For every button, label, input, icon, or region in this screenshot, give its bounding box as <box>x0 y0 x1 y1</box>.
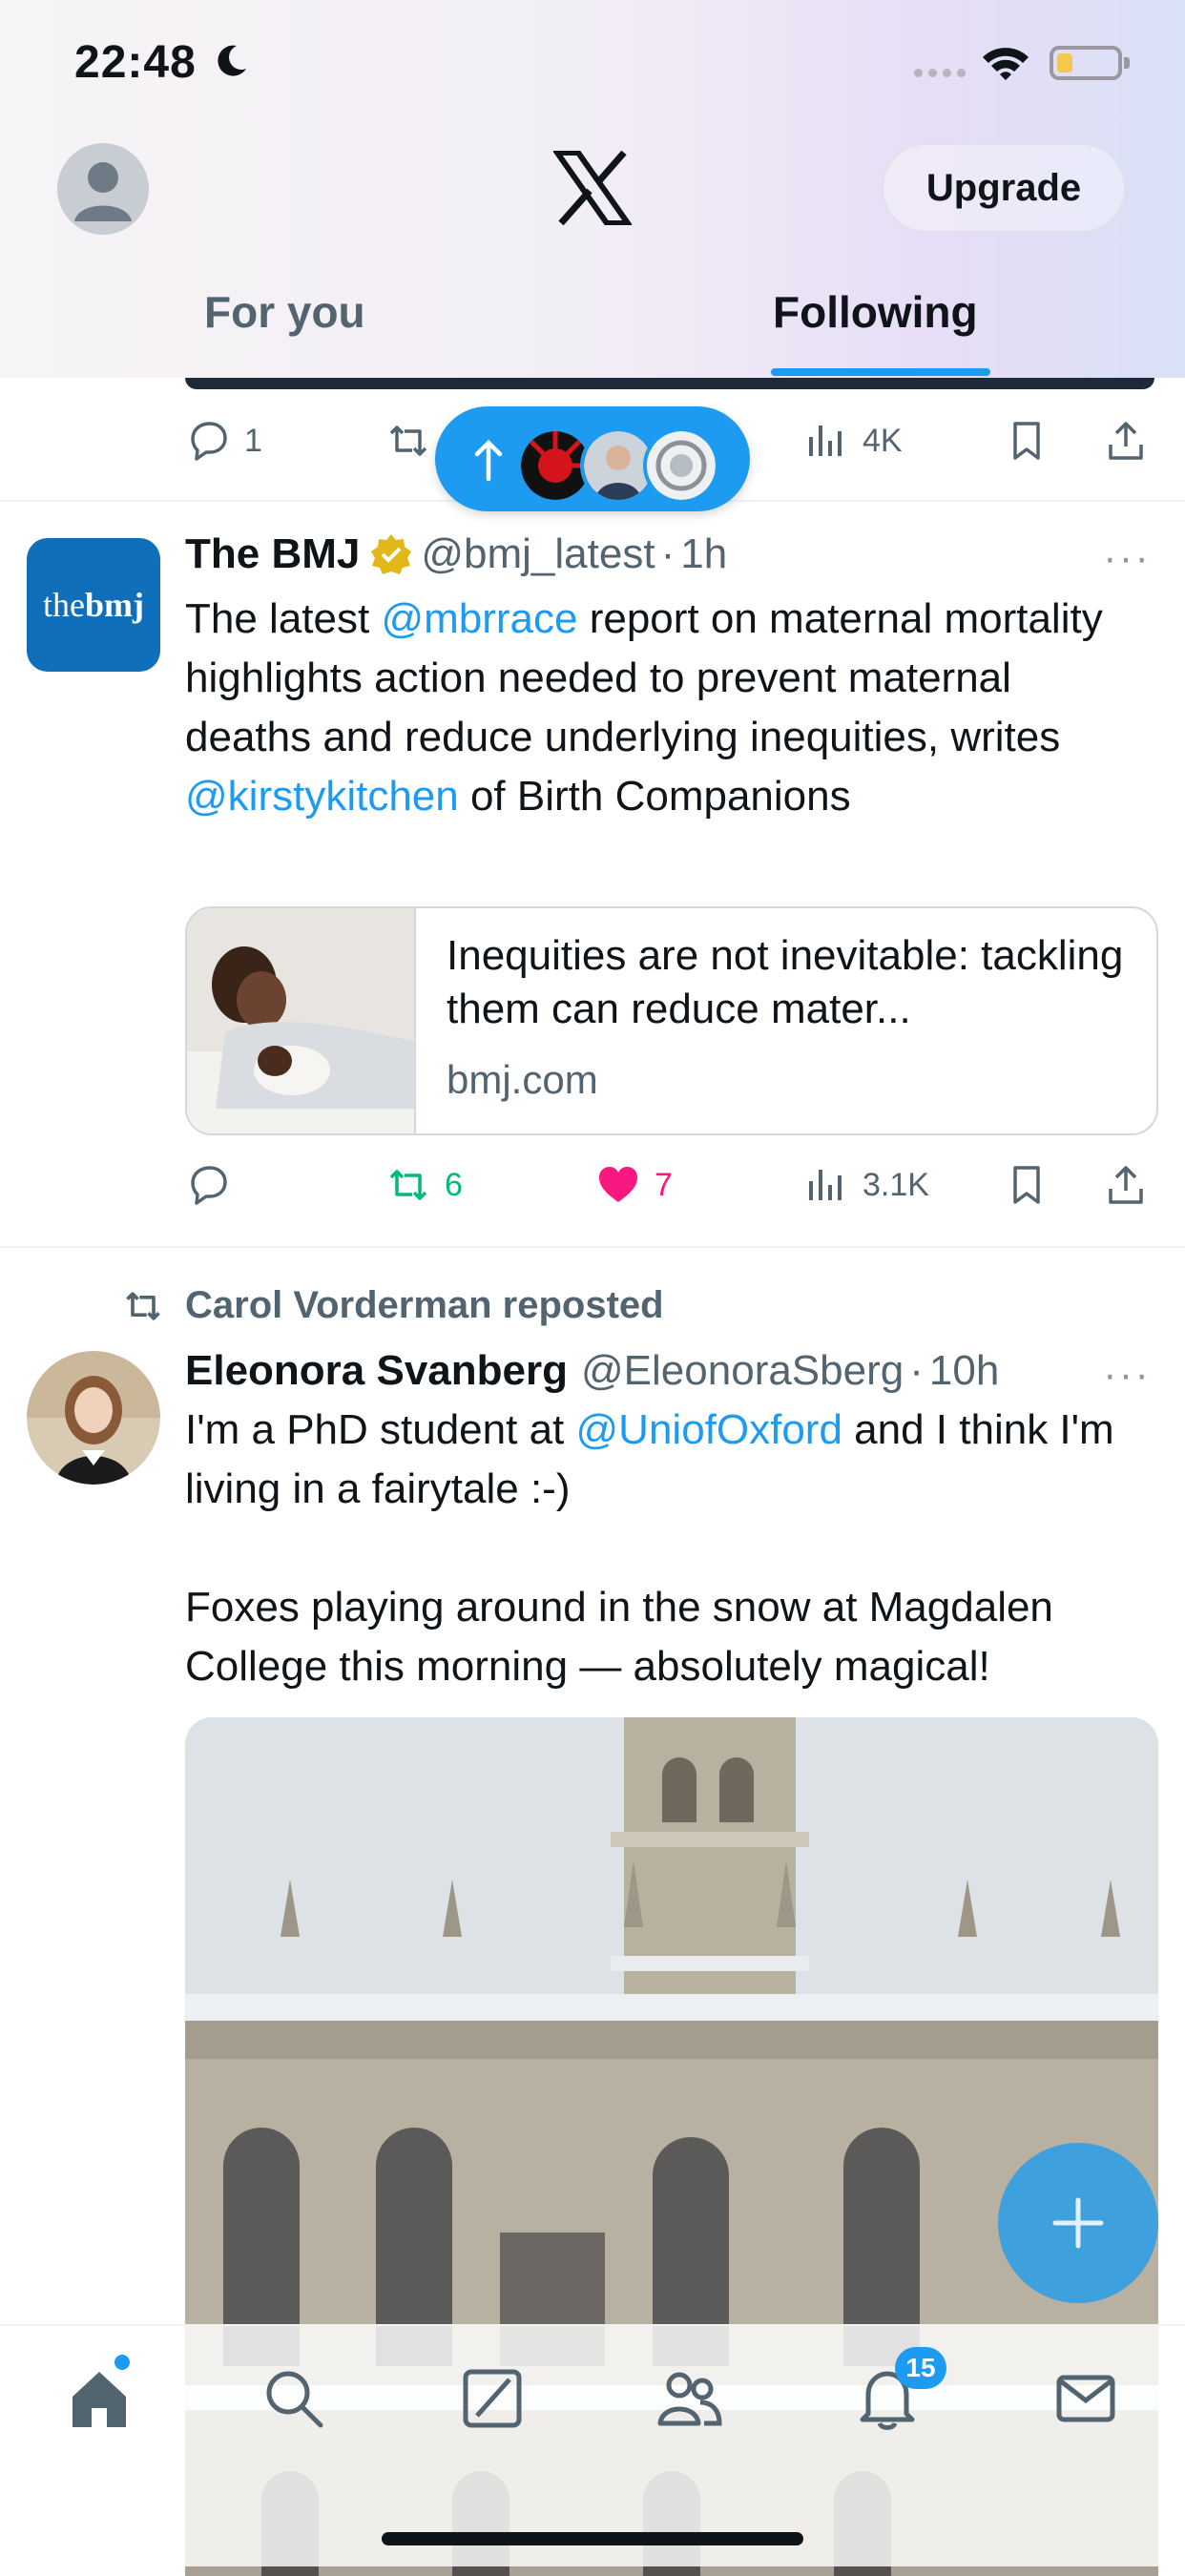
tab-following[interactable]: Following <box>773 286 978 338</box>
reposted-by-label: Carol Vorderman reposted <box>185 1284 664 1326</box>
previous-post-media[interactable] <box>185 378 1154 389</box>
heart-icon <box>599 1167 637 1202</box>
bottom-tab-bar: 15 <box>0 2324 1185 2566</box>
home-new-indicator <box>114 2355 130 2370</box>
view-count: 4K <box>863 422 903 459</box>
cellular-signal-icon <box>914 65 971 82</box>
post-actions: 6 7 3.1K <box>185 1156 1154 1214</box>
battery-icon <box>1050 46 1130 80</box>
repost-icon <box>389 1170 427 1200</box>
search-icon[interactable] <box>260 2364 328 2433</box>
reply-icon <box>191 422 227 461</box>
views-button[interactable]: 3.1K <box>803 1156 929 1214</box>
share-button[interactable] <box>1103 412 1149 469</box>
more-options-icon[interactable]: ··· <box>1103 534 1151 582</box>
plus-icon <box>1052 2197 1104 2249</box>
status-bar: 22:48 <box>0 0 1185 124</box>
bookmark-button[interactable] <box>1004 1156 1050 1214</box>
compose-post-button[interactable] <box>998 2143 1158 2303</box>
verified-badge-icon <box>371 534 412 574</box>
share-icon <box>1109 422 1143 460</box>
bmj-avatar[interactable]: thebmj <box>27 538 160 672</box>
eleonora-avatar[interactable] <box>27 1351 160 1485</box>
wifi-icon <box>983 48 1029 80</box>
repost-count: 6 <box>445 1166 463 1203</box>
bookmark-icon <box>1013 422 1040 460</box>
views-icon <box>809 1170 842 1200</box>
post-time: 10h <box>928 1347 1000 1394</box>
profile-avatar-button[interactable] <box>57 143 149 235</box>
mention-link[interactable]: @UniofOxford <box>576 1406 842 1453</box>
status-time: 22:48 <box>74 37 197 88</box>
upgrade-button[interactable]: Upgrade <box>882 143 1126 233</box>
post-header: The BMJ @bmj_latest · 1h <box>185 530 728 578</box>
repost-icon <box>126 1291 160 1320</box>
views-icon <box>809 426 842 456</box>
selected-tab-indicator <box>771 368 990 376</box>
author-handle[interactable]: @bmj_latest <box>421 530 655 578</box>
post-time: 1h <box>680 530 728 577</box>
more-options-icon[interactable]: ··· <box>1103 1351 1151 1399</box>
like-button[interactable]: 7 <box>595 1156 673 1214</box>
post-divider <box>0 1246 1185 1248</box>
views-button[interactable]: 4K <box>803 412 903 469</box>
communities-icon[interactable] <box>655 2364 723 2433</box>
repost-button[interactable] <box>385 412 431 469</box>
mention-link[interactable]: @mbrrace <box>381 595 577 642</box>
post-text: The latest @mbrrace report on maternal m… <box>185 595 1103 820</box>
focus-moon-icon <box>218 45 246 76</box>
default-avatar-icon <box>57 143 149 235</box>
reply-icon <box>191 1166 227 1205</box>
card-domain: bmj.com <box>447 1057 598 1102</box>
avatar-logo-text: thebmj <box>43 586 144 624</box>
author-name[interactable]: The BMJ <box>185 530 360 578</box>
home-indicator-bar <box>382 2532 803 2545</box>
bookmark-button[interactable] <box>1004 412 1050 469</box>
tab-for-you[interactable]: For you <box>204 286 365 338</box>
mention-link[interactable]: @kirstykitchen <box>185 773 459 820</box>
notification-count-badge: 15 <box>895 2347 946 2389</box>
share-button[interactable] <box>1103 1156 1149 1214</box>
reply-count: 1 <box>244 422 262 459</box>
arrow-up-icon <box>474 439 503 482</box>
like-count: 7 <box>655 1166 673 1203</box>
author-name[interactable]: Eleonora Svanberg <box>185 1347 568 1395</box>
home-icon[interactable] <box>65 2364 134 2433</box>
top-header: 22:48 Upgrade For you Following <box>0 0 1185 378</box>
x-logo-icon[interactable] <box>553 151 632 225</box>
share-icon <box>1109 1166 1143 1204</box>
grok-icon[interactable] <box>458 2364 527 2433</box>
post-text-paragraph: Foxes playing around in the snow at Magd… <box>185 1584 1053 1690</box>
new-post-author-avatar <box>643 427 719 504</box>
new-posts-pill[interactable] <box>435 406 750 511</box>
link-card[interactable]: Inequities are not inevitable: tackling … <box>185 906 1158 1135</box>
author-handle[interactable]: @EleonoraSberg <box>581 1347 904 1395</box>
reply-button[interactable] <box>185 1156 244 1214</box>
repost-icon <box>389 426 427 456</box>
post-text: I'm a PhD student at @UniofOxford and I … <box>185 1406 1114 1512</box>
repost-button[interactable]: 6 <box>385 1156 463 1214</box>
bookmark-icon <box>1013 1166 1040 1204</box>
repost-context[interactable]: Carol Vorderman reposted <box>122 1284 664 1327</box>
card-title: Inequities are not inevitable: tackling … <box>447 932 1124 1032</box>
card-thumbnail-image <box>187 908 416 1133</box>
post-header: Eleonora Svanberg @EleonoraSberg · 10h <box>185 1347 1000 1395</box>
view-count: 3.1K <box>863 1166 929 1203</box>
reply-button[interactable]: 1 <box>185 412 262 469</box>
messages-icon[interactable] <box>1051 2364 1120 2433</box>
